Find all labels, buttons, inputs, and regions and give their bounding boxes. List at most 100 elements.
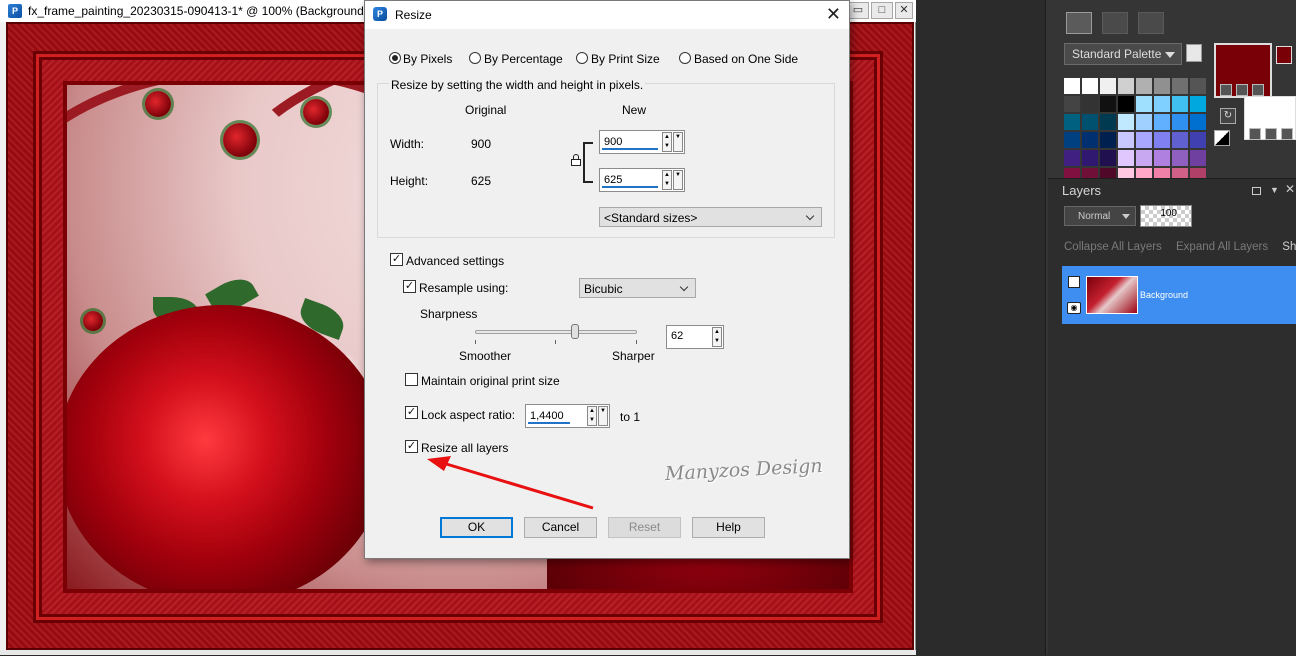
- blend-mode-select[interactable]: Normal: [1064, 206, 1136, 226]
- aspect-spinner[interactable]: ▲ ▼ ▼: [587, 405, 609, 427]
- radio-by-percentage-label[interactable]: By Percentage: [484, 52, 563, 66]
- panel-float-icon[interactable]: [1252, 187, 1261, 195]
- maximize-icon[interactable]: □: [871, 2, 893, 19]
- cancel-button[interactable]: Cancel: [524, 517, 597, 538]
- color-swatch[interactable]: [1136, 150, 1152, 166]
- spinner-updown-icon[interactable]: ▲ ▼: [587, 406, 597, 426]
- reset-button[interactable]: Reset: [608, 517, 681, 538]
- resample-method-select[interactable]: Bicubic: [579, 278, 696, 298]
- color-swatch[interactable]: [1082, 132, 1098, 148]
- color-swatch[interactable]: [1154, 132, 1170, 148]
- eye-icon[interactable]: ◉: [1067, 302, 1081, 314]
- lock-aspect-checkbox[interactable]: ✓: [405, 406, 418, 419]
- radio-by-pixels-label[interactable]: By Pixels: [403, 52, 452, 66]
- resize-all-layers-label[interactable]: Resize all layers: [421, 441, 508, 455]
- picker-tab-icon[interactable]: [1138, 12, 1164, 34]
- standard-sizes-select[interactable]: <Standard sizes>: [599, 207, 822, 227]
- advanced-settings-label[interactable]: Advanced settings: [406, 254, 504, 268]
- close-icon[interactable]: ✕: [895, 2, 913, 19]
- panel-close-icon[interactable]: ✕: [1285, 182, 1295, 196]
- color-swatch[interactable]: [1190, 132, 1206, 148]
- swatches-tab-icon[interactable]: [1066, 12, 1092, 34]
- resize-all-layers-checkbox[interactable]: ✓: [405, 440, 418, 453]
- color-swatch[interactable]: [1190, 150, 1206, 166]
- color-swatch[interactable]: [1064, 114, 1080, 130]
- color-swatch[interactable]: [1190, 78, 1206, 94]
- color-swatch[interactable]: [1064, 150, 1080, 166]
- palette-options-icon[interactable]: [1186, 44, 1202, 62]
- layer-row-background[interactable]: ◉ Background: [1062, 266, 1296, 324]
- color-swatch[interactable]: [1172, 96, 1188, 112]
- restore-icon[interactable]: ▭: [847, 2, 869, 19]
- width-spinner[interactable]: ▲ ▼ ▼: [662, 131, 684, 153]
- radio-by-pixels[interactable]: [389, 52, 401, 64]
- maintain-print-size-label[interactable]: Maintain original print size: [421, 374, 560, 388]
- color-swatch[interactable]: [1118, 150, 1134, 166]
- color-swatch[interactable]: [1190, 96, 1206, 112]
- color-swatch[interactable]: [1082, 96, 1098, 112]
- color-swatch[interactable]: [1172, 78, 1188, 94]
- radio-by-print-size-label[interactable]: By Print Size: [591, 52, 660, 66]
- spinner-menu-icon[interactable]: ▼: [598, 406, 608, 426]
- resample-label[interactable]: Resample using:: [419, 281, 508, 295]
- color-swatch[interactable]: [1136, 96, 1152, 112]
- sharpness-input[interactable]: 62 ▲ ▼: [666, 325, 724, 349]
- new-height-input[interactable]: 625 ▲ ▼ ▼: [599, 168, 685, 192]
- collapse-all-layers[interactable]: Collapse All Layers: [1064, 241, 1162, 253]
- new-width-input[interactable]: 900 ▲ ▼ ▼: [599, 130, 685, 154]
- swap-colors-icon[interactable]: ↻: [1220, 108, 1236, 124]
- color-swatch[interactable]: [1118, 132, 1134, 148]
- bg-style-icon[interactable]: [1249, 128, 1261, 140]
- default-colors-icon[interactable]: [1214, 130, 1230, 146]
- help-button[interactable]: Help: [692, 517, 765, 538]
- advanced-settings-checkbox[interactable]: ✓: [390, 253, 403, 266]
- color-swatch[interactable]: [1082, 150, 1098, 166]
- radio-based-on-one-side-label[interactable]: Based on One Side: [694, 52, 798, 66]
- radio-by-print-size[interactable]: [576, 52, 588, 64]
- dialog-titlebar[interactable]: P Resize ✕: [365, 1, 849, 29]
- color-swatch[interactable]: [1136, 114, 1152, 130]
- height-spinner[interactable]: ▲ ▼ ▼: [662, 169, 684, 191]
- spinner-updown-icon[interactable]: ▲ ▼: [662, 170, 672, 190]
- color-swatch[interactable]: [1118, 78, 1134, 94]
- fg-texture-icon[interactable]: [1236, 84, 1248, 96]
- color-swatch[interactable]: [1136, 78, 1152, 94]
- color-swatch[interactable]: [1064, 78, 1080, 94]
- color-swatch[interactable]: [1190, 114, 1206, 130]
- bg-transparent-icon[interactable]: [1281, 128, 1293, 140]
- resample-checkbox[interactable]: ✓: [403, 280, 416, 293]
- aspect-ratio-input[interactable]: 1,4400 ▲ ▼ ▼: [525, 404, 610, 428]
- spinner-updown-icon[interactable]: ▲ ▼: [712, 327, 722, 347]
- color-swatch[interactable]: [1118, 114, 1134, 130]
- bg-texture-icon[interactable]: [1265, 128, 1277, 140]
- close-icon[interactable]: ✕: [826, 5, 841, 23]
- color-swatch[interactable]: [1118, 96, 1134, 112]
- gradient-tab-icon[interactable]: [1102, 12, 1128, 34]
- color-swatch[interactable]: [1064, 132, 1080, 148]
- color-swatch[interactable]: [1172, 150, 1188, 166]
- fg-transparent-icon[interactable]: [1252, 84, 1264, 96]
- color-swatch[interactable]: [1100, 96, 1116, 112]
- sharpness-slider-thumb[interactable]: [571, 324, 580, 339]
- color-swatch[interactable]: [1100, 132, 1116, 148]
- sharpness-spinner[interactable]: ▲ ▼: [711, 326, 723, 348]
- expand-all-layers[interactable]: Expand All Layers: [1176, 241, 1268, 253]
- color-swatch[interactable]: [1154, 114, 1170, 130]
- radio-by-percentage[interactable]: [469, 52, 481, 64]
- color-swatch[interactable]: [1100, 150, 1116, 166]
- lock-icon[interactable]: [571, 154, 581, 166]
- foreground-texture-swatch[interactable]: [1276, 46, 1292, 64]
- maintain-print-size-checkbox[interactable]: [405, 373, 418, 386]
- color-swatch[interactable]: [1100, 114, 1116, 130]
- lock-aspect-label[interactable]: Lock aspect ratio:: [421, 408, 515, 422]
- color-swatch[interactable]: [1082, 78, 1098, 94]
- spinner-menu-icon[interactable]: ▼: [673, 132, 683, 152]
- sharpness-slider-track[interactable]: [475, 330, 637, 334]
- radio-based-on-one-side[interactable]: [679, 52, 691, 64]
- color-swatch[interactable]: [1154, 150, 1170, 166]
- panel-pin-icon[interactable]: ▼: [1270, 185, 1279, 195]
- color-swatch[interactable]: [1172, 132, 1188, 148]
- ok-button[interactable]: OK: [440, 517, 513, 538]
- fg-style-icon[interactable]: [1220, 84, 1232, 96]
- show-layers[interactable]: Show: [1282, 241, 1296, 253]
